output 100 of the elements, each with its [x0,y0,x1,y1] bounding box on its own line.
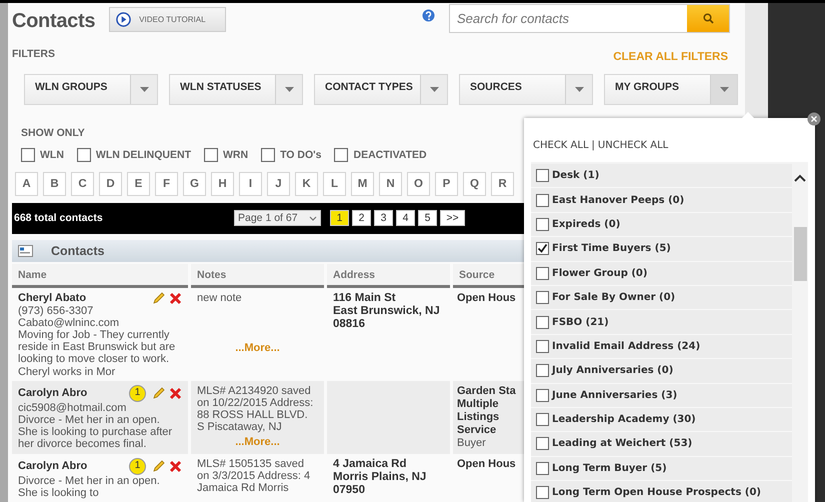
letter-filter-button[interactable]: F [155,172,178,196]
letter-filter-button[interactable]: D [99,172,122,196]
close-icon[interactable] [807,112,821,126]
letter-filter-button[interactable]: O [407,172,430,196]
checkbox-label: TO DO's [280,148,322,161]
group-option[interactable]: July Anniversaries (0) [531,359,792,384]
letter-filter-button[interactable]: P [435,172,458,196]
page-button[interactable]: 3 [374,210,393,226]
group-option[interactable]: Expireds (0) [531,212,792,238]
group-option[interactable]: Flower Group (0) [531,262,792,286]
checkbox[interactable] [536,388,549,402]
page-button[interactable]: 5 [418,210,437,226]
page-title: Contacts [12,10,96,33]
checkbox[interactable] [536,169,549,182]
letter-filter-button[interactable]: I [239,172,262,196]
edit-icon[interactable] [152,460,165,473]
checkbox[interactable] [21,148,35,162]
filters-label: FILTERS [12,48,55,60]
checkbox[interactable] [536,413,549,426]
checkbox[interactable] [536,340,549,353]
letter-filter-button[interactable]: N [379,172,402,196]
checkbox[interactable] [536,486,549,500]
delete-icon[interactable] [169,292,182,305]
checkbox[interactable] [536,437,549,450]
column-header[interactable]: Address [327,264,450,288]
play-icon [116,12,132,27]
column-header[interactable]: Source [453,264,524,288]
next-pages-button[interactable]: >> [440,210,465,226]
source-text: Garden Sta Multiple Listings Service [457,384,517,437]
page-button[interactable]: 4 [396,210,415,226]
group-option[interactable]: Leadership Academy (30) [531,408,792,432]
group-option[interactable]: Invalid Email Address (24) [531,334,792,360]
page-button[interactable]: 1 [330,210,349,226]
chevron-up-icon[interactable] [794,174,806,182]
caret-icon [430,86,438,92]
checkbox[interactable] [536,218,549,231]
contact-name[interactable]: Carolyn Abro [18,387,88,400]
group-option[interactable]: East Hanover Peeps (0) [531,188,792,213]
group-option[interactable]: First Time Buyers (5) [531,237,792,262]
contact-detail: (973) 656-3307 [18,304,94,317]
filter-dropdown[interactable]: WLN STATUSES [169,74,303,105]
group-option[interactable]: Long Term Buyer (5) [531,456,792,482]
page-button[interactable]: 2 [352,210,371,226]
scrollbar-thumb[interactable] [794,227,807,281]
filter-dropdown[interactable]: SOURCES [459,74,593,105]
check-all-link[interactable]: CHECK ALL [533,140,589,162]
contact-name[interactable]: Cheryl Abato [18,292,86,304]
letter-filter-button[interactable]: A [15,172,38,196]
letter-filter-button[interactable]: E [127,172,150,196]
edit-icon[interactable] [152,386,165,400]
letter-filter-button[interactable]: C [71,172,94,196]
checkbox-label: DEACTIVATED [353,148,427,161]
checkbox[interactable] [536,462,549,475]
column-header[interactable]: Name [12,264,188,288]
filter-dropdown[interactable]: CONTACT TYPES [314,74,448,105]
checkbox[interactable] [334,148,348,162]
checkbox[interactable] [536,316,549,329]
checkbox[interactable] [536,291,549,304]
checkbox[interactable] [536,266,549,280]
source-text: Open Hous [457,292,517,305]
contact-detail: Divorce - Met her in an open. She is looking to purchase after her divorce becomes final. [18,414,174,451]
checkbox[interactable] [261,148,276,162]
checkbox[interactable] [76,148,91,162]
letter-filter-button[interactable]: M [351,172,374,196]
checkbox[interactable] [204,148,218,162]
filter-dropdown[interactable]: WLN GROUPS [24,74,158,105]
group-option[interactable]: Desk (1) [531,164,792,188]
uncheck-all-link[interactable]: UNCHECK ALL [598,140,668,162]
letter-filter-button[interactable]: J [267,172,290,196]
letter-filter-button[interactable]: R [491,172,514,196]
letter-filter-button[interactable]: L [323,172,346,196]
delete-icon[interactable] [169,386,182,400]
source-type: Buyer [457,436,487,449]
checkbox-label: WLN DELINQUENT [96,148,191,161]
group-option[interactable]: For Sale By Owner (0) [531,286,792,310]
checkbox[interactable] [536,364,549,378]
link-separator: | [592,140,595,153]
group-option[interactable]: Leading at Weichert (53) [531,432,792,457]
help-icon[interactable] [422,8,435,22]
group-option[interactable]: June Anniversaries (3) [531,384,792,408]
checkbox[interactable] [536,242,549,256]
letter-filter-button[interactable]: B [43,172,66,196]
chevron-down-icon [309,216,317,221]
contact-name[interactable]: Carolyn Abro [18,460,88,472]
source-text: Open Hous [457,458,517,471]
video-tutorial-button[interactable]: VIDEO TUTORIAL [109,6,226,32]
delete-icon[interactable] [169,460,182,473]
group-option[interactable]: Long Term Open House Prospects (0) [531,481,792,502]
page-select[interactable]: Page 1 of 67 [234,210,321,226]
letter-filter-button[interactable]: K [295,172,318,196]
address-text: 116 Main St East Brunswick, NJ 08816 [333,292,441,331]
filter-dropdown[interactable]: MY GROUPS [604,74,738,105]
checkbox[interactable] [536,194,549,207]
edit-icon[interactable] [152,292,165,305]
letter-filter-button[interactable]: Q [463,172,486,196]
letter-filter-button[interactable]: G [183,172,206,196]
group-option[interactable]: FSBO (21) [531,310,792,335]
column-header[interactable]: Notes [191,264,324,288]
letter-filter-button[interactable]: H [211,172,234,196]
caret-icon [284,86,294,92]
